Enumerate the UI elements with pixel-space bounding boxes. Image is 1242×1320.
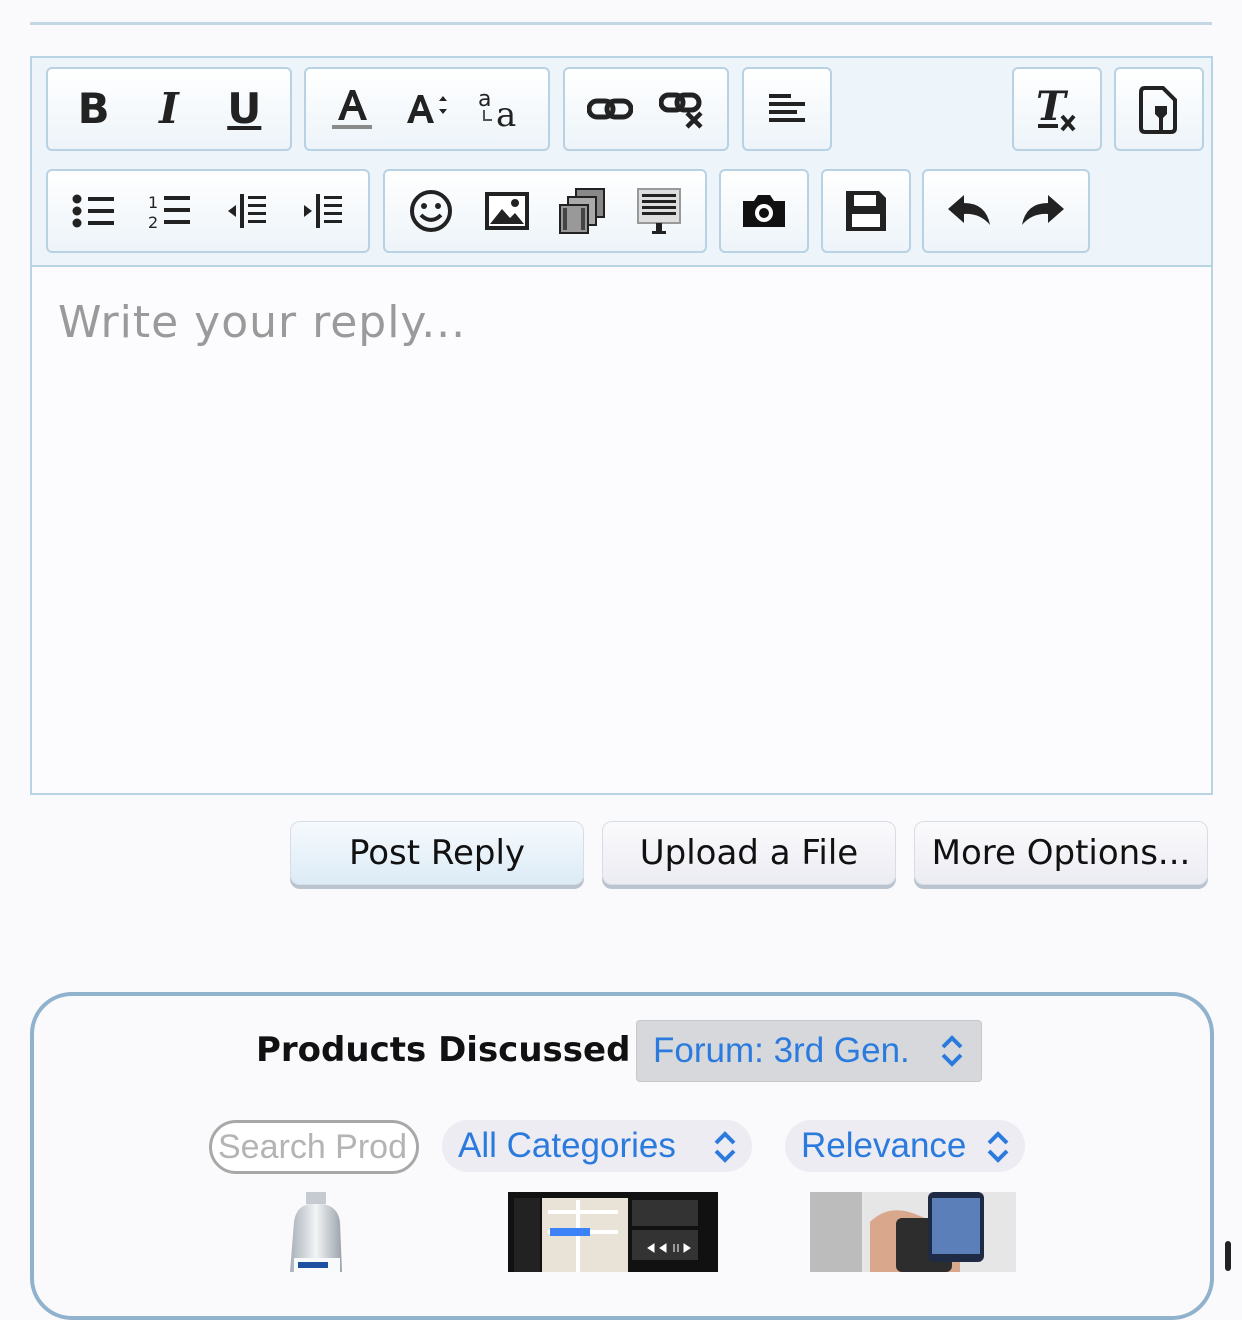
font-size-button[interactable] <box>397 79 457 139</box>
post-reply-button[interactable]: Post Reply <box>290 821 584 885</box>
insert-link-button[interactable] <box>580 79 640 139</box>
reply-editor: B I U a a T 1 2 Write your reply... <box>30 56 1213 795</box>
link-group <box>563 67 729 151</box>
indent-button[interactable] <box>292 181 352 241</box>
svg-text:a: a <box>478 87 491 112</box>
editor-toolbar: B I U a a T 1 2 <box>32 58 1211 267</box>
upload-file-button[interactable]: Upload a File <box>602 821 896 885</box>
insert-code-button[interactable] <box>629 181 689 241</box>
remove-format-button[interactable]: T <box>1027 79 1087 139</box>
image-icon <box>485 192 529 230</box>
unlink-icon <box>658 92 703 129</box>
oil-jug-product-image <box>290 1192 342 1272</box>
numbered-list-button[interactable]: 1 2 <box>140 181 200 241</box>
category-select-value: All Categories <box>458 1126 676 1165</box>
reply-textarea-wrapper <box>32 267 1211 793</box>
sort-select[interactable]: Relevance <box>785 1120 1025 1172</box>
smiley-icon <box>410 190 452 232</box>
bold-label: B <box>77 84 110 133</box>
camera-group <box>719 169 809 253</box>
source-group <box>1114 67 1204 151</box>
floppy-disk-icon <box>846 191 886 231</box>
category-select[interactable]: All Categories <box>442 1120 752 1172</box>
numbered-list-icon: 1 2 <box>148 193 190 230</box>
svg-text:2: 2 <box>148 213 158 230</box>
save-draft-button[interactable] <box>836 181 896 241</box>
indent-icon <box>304 194 342 228</box>
product-thumbnail-oil-jug[interactable] <box>280 1192 352 1272</box>
align-left-icon <box>769 94 805 122</box>
source-mode-button[interactable] <box>1129 79 1189 139</box>
bold-button[interactable]: B <box>64 79 124 139</box>
font-family-icon: a a <box>478 87 516 134</box>
remove-format-group: T <box>1012 67 1102 151</box>
forum-select-value: Forum: 3rd Gen. <box>653 1031 910 1070</box>
link-icon <box>586 98 633 120</box>
svg-text:a: a <box>496 95 516 134</box>
product-search-input[interactable] <box>209 1120 419 1174</box>
more-options-button[interactable]: More Options... <box>914 821 1208 885</box>
list-group: 1 2 <box>46 169 370 253</box>
film-strip-icon <box>559 188 605 234</box>
carplay-head-unit-product-image <box>508 1192 718 1272</box>
text-style-group: B I U <box>46 67 292 151</box>
remove-link-button[interactable] <box>653 79 713 139</box>
outdent-icon <box>228 194 266 228</box>
bullet-list-button[interactable] <box>64 181 124 241</box>
document-gear-icon <box>1139 86 1177 134</box>
section-divider <box>30 22 1212 25</box>
outdent-button[interactable] <box>216 181 276 241</box>
align-button[interactable] <box>757 79 817 139</box>
camera-icon <box>743 195 785 227</box>
font-group: a a <box>304 67 550 151</box>
text-block-icon <box>637 188 681 234</box>
product-thumbnail-obd-device[interactable] <box>810 1192 1016 1272</box>
save-group <box>821 169 911 253</box>
redo-button[interactable] <box>1013 181 1073 241</box>
font-family-button[interactable]: a a <box>472 79 532 139</box>
font-color-button[interactable] <box>322 79 382 139</box>
forum-select[interactable]: Forum: 3rd Gen. <box>636 1020 982 1082</box>
svg-text:1: 1 <box>148 193 158 212</box>
underline-label: U <box>227 84 262 133</box>
insert-media-button[interactable] <box>553 181 613 241</box>
products-panel: Products Discussed in Forum: 3rd Gen. Al… <box>30 992 1214 1320</box>
redo-icon <box>1022 195 1064 225</box>
underline-button[interactable]: U <box>214 79 274 139</box>
product-thumbnail-head-unit[interactable] <box>508 1192 718 1272</box>
font-color-icon <box>331 90 372 129</box>
bullet-list-icon <box>72 194 114 228</box>
camera-button[interactable] <box>734 181 794 241</box>
sort-select-value: Relevance <box>801 1126 967 1165</box>
carlink-obd-device-product-image <box>810 1192 1016 1272</box>
italic-button[interactable]: I <box>139 79 199 139</box>
reply-textarea[interactable] <box>32 267 1211 793</box>
clear-formatting-icon: T <box>1036 84 1076 132</box>
font-size-icon <box>406 95 447 123</box>
undo-icon <box>948 195 990 225</box>
media-group <box>383 169 707 253</box>
smiley-button[interactable] <box>401 181 461 241</box>
page-scrollbar[interactable] <box>1225 1241 1231 1271</box>
insert-image-button[interactable] <box>477 181 537 241</box>
align-group <box>742 67 832 151</box>
updown-chevron-icon <box>714 1131 736 1163</box>
updown-chevron-icon <box>987 1131 1009 1163</box>
undo-button[interactable] <box>939 181 999 241</box>
svg-text:T: T <box>1036 84 1069 130</box>
products-title: Products Discussed in <box>256 1030 679 1070</box>
italic-label: I <box>159 84 179 133</box>
history-group <box>922 169 1090 253</box>
updown-chevron-icon <box>941 1035 963 1067</box>
